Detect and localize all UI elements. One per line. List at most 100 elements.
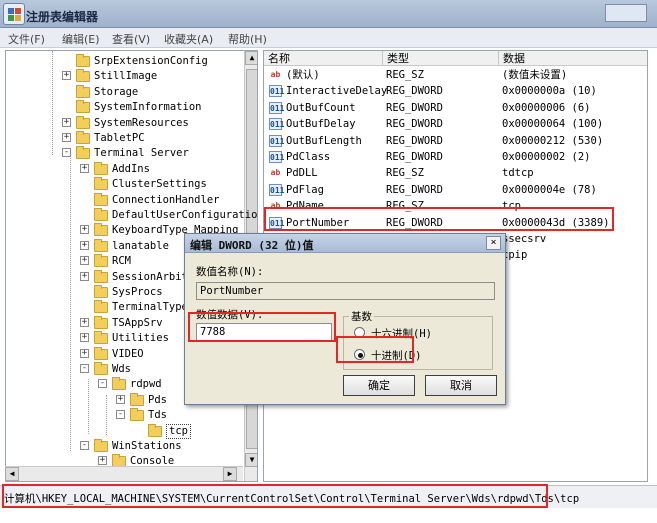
collapse-icon[interactable]: - bbox=[98, 379, 107, 389]
open-folder-icon bbox=[76, 146, 90, 160]
value-row[interactable]: 011 OutBufLength REG_DWORD 0x00000212 (530) bbox=[264, 133, 647, 149]
tree-item[interactable]: + TabletPC bbox=[6, 130, 242, 146]
expand-icon[interactable]: + bbox=[80, 271, 89, 281]
value-row[interactable]: 011 PdFlag REG_DWORD 0x0000004e (78) bbox=[264, 182, 647, 198]
value-row[interactable]: 011 PdClass REG_DWORD 0x00000002 (2) bbox=[264, 149, 647, 165]
tree-item-label[interactable]: rdpwd bbox=[130, 376, 162, 392]
tree-item-label[interactable]: RCM bbox=[112, 253, 131, 269]
value-data: 0x00000064 (100) bbox=[502, 118, 604, 131]
value-data: ssecsrv bbox=[502, 233, 547, 245]
expand-icon[interactable]: + bbox=[98, 456, 107, 466]
value-type: REG_DWORD bbox=[386, 183, 443, 196]
tree-item-label[interactable]: Utilities bbox=[112, 330, 169, 346]
base-label: 基数 bbox=[349, 309, 374, 324]
tree-item-label[interactable]: StillImage bbox=[94, 68, 157, 84]
open-folder-icon bbox=[130, 408, 144, 422]
collapse-icon[interactable]: - bbox=[62, 148, 71, 158]
tree-item-label[interactable]: SrpExtensionConfig bbox=[94, 53, 208, 69]
expand-icon[interactable]: + bbox=[80, 163, 89, 173]
tree-item[interactable]: ConnectionHandler bbox=[6, 192, 242, 208]
tree-item[interactable]: Storage bbox=[6, 84, 242, 100]
status-path-highlight-box bbox=[2, 484, 548, 508]
close-icon[interactable]: × bbox=[486, 236, 501, 250]
column-header-data[interactable]: 数据 bbox=[498, 51, 647, 66]
tree-item-label[interactable]: VIDEO bbox=[112, 346, 144, 362]
value-row[interactable]: 011 OutBufCount REG_DWORD 0x00000006 (6) bbox=[264, 100, 647, 116]
expand-icon[interactable]: + bbox=[62, 71, 71, 81]
tree-item-label[interactable]: Terminal Server bbox=[94, 145, 189, 161]
tree-item[interactable]: SrpExtensionConfig bbox=[6, 53, 242, 69]
menu-view[interactable]: 查看(V) bbox=[112, 31, 150, 47]
dword-value-icon: 011 bbox=[269, 118, 285, 131]
tree-item-label[interactable]: ClusterSettings bbox=[112, 176, 207, 192]
collapse-icon[interactable]: - bbox=[80, 441, 89, 450]
window-controls[interactable] bbox=[605, 4, 647, 22]
scroll-left-icon[interactable]: ◀ bbox=[5, 467, 19, 481]
tree-item-label[interactable]: WinStations bbox=[112, 438, 182, 454]
tree-item-label[interactable]: AddIns bbox=[112, 161, 150, 177]
tree-item-label[interactable]: SysProcs bbox=[112, 284, 163, 300]
menu-favorites[interactable]: 收藏夹(A) bbox=[164, 31, 213, 47]
value-row[interactable]: ab PdDLL REG_SZ tdtcp bbox=[264, 165, 647, 181]
dword-value-icon: 011 bbox=[269, 134, 285, 147]
tree-item-label[interactable]: DefaultUserConfiguration bbox=[112, 207, 257, 223]
tree-item-label[interactable]: ConnectionHandler bbox=[112, 192, 219, 208]
menu-edit[interactable]: 编辑(E) bbox=[62, 31, 100, 47]
tree-item[interactable]: SystemInformation bbox=[6, 99, 242, 115]
collapse-icon[interactable]: - bbox=[116, 410, 125, 420]
expand-icon[interactable]: + bbox=[80, 256, 89, 266]
folder-icon bbox=[76, 131, 90, 144]
tree-item-label[interactable]: Storage bbox=[94, 84, 138, 100]
tree-item-label[interactable]: tcp bbox=[166, 423, 191, 439]
expand-icon[interactable]: + bbox=[80, 317, 89, 327]
tree-item-label[interactable]: lanatable bbox=[112, 238, 169, 254]
tree-item-label[interactable]: TSAppSrv bbox=[112, 315, 163, 331]
tree-item[interactable]: DefaultUserConfiguration bbox=[6, 207, 257, 223]
tree-item[interactable]: + StillImage bbox=[6, 68, 242, 84]
expand-icon[interactable]: + bbox=[116, 394, 125, 404]
scroll-up-icon[interactable]: ▲ bbox=[245, 51, 257, 65]
tree-item[interactable]: tcp bbox=[6, 423, 242, 439]
menu-file[interactable]: 文件(F) bbox=[8, 31, 45, 47]
value-row[interactable]: 011 OutBufDelay REG_DWORD 0x00000064 (100) bbox=[264, 116, 647, 132]
expand-icon[interactable]: + bbox=[80, 240, 89, 250]
folder-icon bbox=[76, 115, 90, 129]
folder-icon bbox=[76, 54, 90, 67]
expand-icon[interactable]: + bbox=[80, 348, 89, 358]
tree-item[interactable]: - Terminal Server bbox=[6, 145, 242, 161]
tree-item[interactable]: + SystemResources bbox=[6, 115, 242, 131]
tree-horizontal-scrollbar[interactable]: ◀ ▶ bbox=[5, 466, 243, 481]
value-data: 0x00000212 (530) bbox=[502, 134, 604, 147]
value-row[interactable]: ab (默认) REG_SZ (数值未设置) bbox=[264, 67, 647, 83]
tree-item-label[interactable]: SystemInformation bbox=[94, 99, 201, 115]
tree-item[interactable]: + AddIns bbox=[6, 161, 242, 177]
tree-item[interactable]: - WinStations bbox=[6, 438, 242, 454]
ok-button[interactable]: 确定 bbox=[343, 375, 415, 396]
expand-icon[interactable]: + bbox=[80, 333, 89, 343]
tree-item[interactable]: - Tds bbox=[6, 407, 242, 423]
folder-icon bbox=[94, 192, 108, 206]
tree-item-label[interactable]: TabletPC bbox=[94, 130, 145, 146]
collapse-icon[interactable]: - bbox=[80, 364, 89, 373]
tree-item[interactable]: ClusterSettings bbox=[6, 176, 242, 192]
folder-icon bbox=[94, 285, 108, 298]
scroll-right-icon[interactable]: ▶ bbox=[223, 467, 237, 481]
cancel-button[interactable]: 取消 bbox=[425, 375, 497, 396]
open-folder-icon bbox=[94, 439, 108, 452]
column-header-type[interactable]: 类型 bbox=[382, 51, 498, 66]
menu-help[interactable]: 帮助(H) bbox=[228, 31, 267, 47]
tree-item-label[interactable]: Tds bbox=[148, 407, 167, 423]
dword-value-icon: 011 bbox=[269, 85, 285, 98]
tree-item-label[interactable]: SystemResources bbox=[94, 115, 189, 131]
tree-item-label[interactable]: Pds bbox=[148, 392, 167, 408]
scroll-down-icon[interactable]: ▼ bbox=[245, 453, 257, 467]
expand-icon[interactable]: + bbox=[62, 133, 71, 142]
tree-item-label[interactable]: Wds bbox=[112, 361, 131, 377]
expand-icon[interactable]: + bbox=[80, 225, 89, 235]
tree-item-label[interactable]: TerminalTypes bbox=[112, 299, 194, 315]
value-row[interactable]: 011 InteractiveDelay REG_DWORD 0x0000000a (… bbox=[264, 83, 647, 99]
expand-icon[interactable]: + bbox=[62, 117, 71, 127]
folder-icon bbox=[94, 315, 108, 329]
column-header-name[interactable]: 名称 bbox=[264, 51, 382, 66]
folder-icon bbox=[94, 177, 108, 191]
